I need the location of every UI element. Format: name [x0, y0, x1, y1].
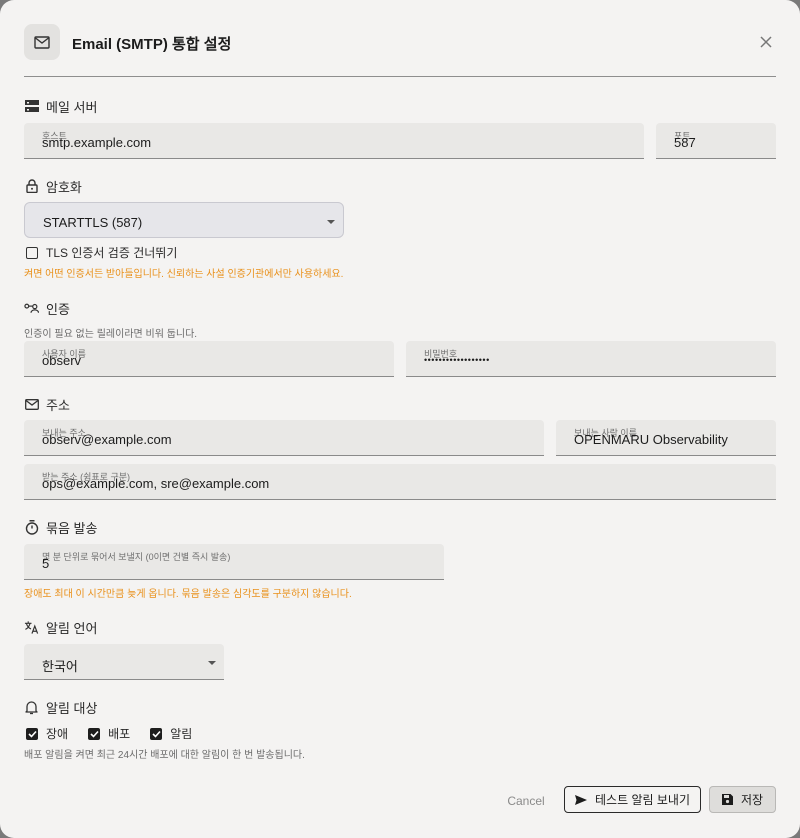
smtp-settings-dialog: Email (SMTP) 통합 설정 메일 서버 호스트 smtp.exampl…	[0, 0, 800, 838]
section-title: 인증	[46, 301, 70, 317]
username-value: observ	[42, 353, 82, 368]
targets-checkbox-group: 장애 배포 알림	[26, 725, 192, 742]
host-value: smtp.example.com	[42, 135, 152, 150]
send-icon	[575, 794, 587, 805]
encryption-select[interactable]: STARTTLS (587)	[24, 202, 344, 238]
target-checkbox-alert[interactable]: 알림	[150, 725, 192, 742]
encryption-value: STARTTLS (587)	[43, 215, 143, 230]
batch-minutes-field[interactable]: 몇 분 단위로 묶어서 보낼지 (0이면 건별 즉시 발송) 5	[24, 544, 444, 580]
target-label: 알림	[170, 727, 193, 741]
port-value: 587	[674, 135, 696, 150]
cancel-button[interactable]: Cancel	[500, 787, 552, 814]
section-title: 암호화	[46, 179, 82, 195]
auth-hint: 인증이 필요 없는 릴레이라면 비워 둡니다.	[24, 329, 198, 340]
bell-icon	[24, 700, 39, 715]
chevron-down-icon	[327, 220, 335, 224]
section-mail-server: 메일 서버	[24, 97, 97, 115]
username-field[interactable]: 사용자 이름 observ	[24, 341, 394, 377]
save-label: 저장	[740, 793, 764, 807]
section-language: 알림 언어	[24, 618, 97, 636]
batch-minutes-label: 몇 분 단위로 묶어서 보낼지 (0이면 건별 즉시 발송)	[42, 552, 231, 562]
port-field[interactable]: 포트 587	[656, 123, 776, 159]
password-value: ••••••••••••••••••	[424, 355, 490, 365]
section-encryption: 암호화	[24, 177, 82, 195]
section-title: 묶음 발송	[46, 520, 98, 536]
from-address-field[interactable]: 보내는 주소 observ@example.com	[24, 420, 544, 456]
translate-icon	[24, 620, 39, 635]
checkbox-checked-icon[interactable]	[26, 727, 38, 740]
to-address-value: ops@example.com, sre@example.com	[42, 476, 270, 491]
target-checkbox-deploy[interactable]: 배포	[88, 725, 130, 742]
corner-mark	[0, 0, 6, 6]
target-checkbox-incident[interactable]: 장애	[26, 725, 68, 742]
password-field[interactable]: 비밀번호 ••••••••••••••••••	[406, 341, 776, 377]
lock-icon	[24, 179, 39, 194]
send-test-button[interactable]: 테스트 알림 보내기	[564, 786, 701, 813]
chevron-down-icon	[208, 661, 216, 665]
targets-hint: 배포 알림을 켜면 최근 24시간 배포에 대한 알림이 한 번 발송됩니다.	[24, 750, 305, 761]
batch-minutes-value: 5	[42, 556, 50, 571]
batch-warning: 장애도 최대 이 시간만큼 늦게 옵니다. 묶음 발송은 심각도를 구분하지 않…	[24, 589, 352, 600]
tls-warning: 켜면 어떤 인증서든 받아들입니다. 신뢰하는 사설 인증기관에서만 사용하세요…	[24, 269, 344, 280]
section-title: 알림 대상	[46, 700, 98, 716]
host-field[interactable]: 호스트 smtp.example.com	[24, 123, 644, 159]
checkbox-icon[interactable]	[26, 246, 38, 259]
skip-tls-label: TLS 인증서 검증 건너뛰기	[46, 246, 178, 260]
section-title: 주소	[46, 397, 70, 413]
section-title: 메일 서버	[46, 99, 98, 115]
checkbox-checked-icon[interactable]	[88, 727, 101, 740]
mail-icon	[24, 24, 60, 60]
from-name-value: OPENMARU Observability	[574, 432, 728, 447]
section-auth: 인증	[24, 299, 70, 317]
from-name-field[interactable]: 보내는 사람 이름 OPENMARU Observability	[556, 420, 776, 456]
send-test-label: 테스트 알림 보내기	[595, 793, 690, 807]
user-key-icon	[24, 301, 39, 316]
to-address-field[interactable]: 받는 주소 (쉼표로 구분) ops@example.com, sre@exam…	[24, 464, 776, 500]
section-batch: 묶음 발송	[24, 518, 97, 536]
section-title: 알림 언어	[46, 620, 98, 636]
save-button[interactable]: 저장	[709, 786, 776, 813]
target-label: 장애	[46, 727, 69, 741]
dialog-title: Email (SMTP) 통합 설정	[72, 36, 232, 53]
section-targets: 알림 대상	[24, 698, 97, 716]
server-icon	[24, 99, 39, 114]
target-label: 배포	[108, 727, 131, 741]
header-divider	[24, 76, 776, 77]
checkbox-checked-icon[interactable]	[150, 727, 163, 740]
from-address-value: observ@example.com	[42, 432, 172, 447]
section-address: 주소	[24, 395, 70, 413]
close-icon[interactable]	[756, 32, 776, 52]
timer-icon	[24, 519, 39, 535]
mail-icon	[24, 397, 39, 412]
skip-tls-checkbox[interactable]: TLS 인증서 검증 건너뛰기	[26, 244, 177, 261]
language-value: 한국어	[42, 659, 78, 674]
language-select[interactable]: 한국어	[24, 644, 224, 680]
save-icon	[721, 794, 733, 805]
